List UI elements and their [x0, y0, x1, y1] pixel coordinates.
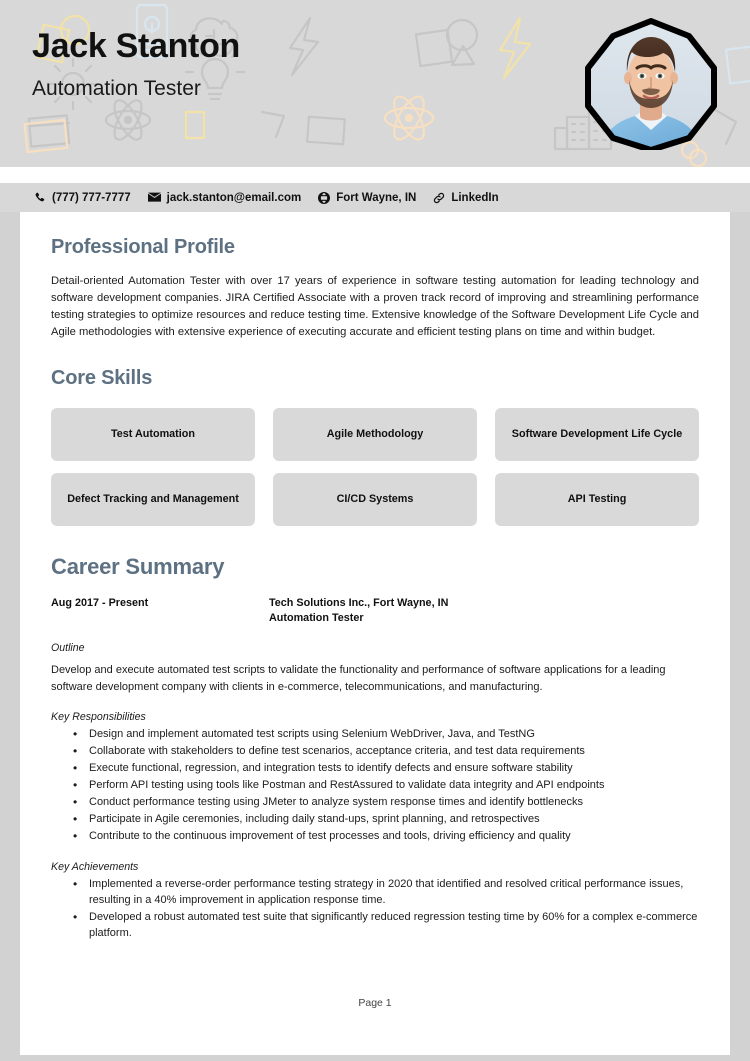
contact-email-label: jack.stanton@email.com — [166, 191, 302, 204]
contact-linkedin-label: LinkedIn — [451, 191, 499, 204]
phone-icon — [34, 192, 46, 204]
core-skills-grid: Test Automation Agile Methodology Softwa… — [51, 408, 699, 527]
skill-chip: Test Automation — [51, 408, 255, 462]
job-header: Aug 2017 - Present Tech Solutions Inc., … — [51, 596, 699, 626]
responsibilities-list: Design and implement automated test scri… — [51, 726, 699, 845]
candidate-name: Jack Stanton — [32, 27, 241, 65]
list-item: Developed a robust automated test suite … — [73, 909, 699, 942]
resume-content-card: Professional Profile Detail-oriented Aut… — [20, 212, 730, 1055]
skill-chip: Defect Tracking and Management — [51, 473, 255, 527]
header-divider — [0, 167, 750, 183]
contact-bar: (777) 777-7777 jack.stanton@email.com Fo… — [0, 183, 750, 212]
list-item: Perform API testing using tools like Pos… — [73, 777, 699, 794]
list-item: Collaborate with stakeholders to define … — [73, 743, 699, 760]
achievements-list: Implemented a reverse-order performance … — [51, 876, 699, 942]
list-item: Implemented a reverse-order performance … — [73, 876, 699, 909]
section-title-professional-profile: Professional Profile — [51, 236, 235, 258]
candidate-role: Automation Tester — [32, 77, 201, 101]
contact-location[interactable]: Fort Wayne, IN — [318, 191, 417, 204]
professional-profile-text: Detail-oriented Automation Tester with o… — [51, 275, 699, 339]
list-item: Conduct performance testing using JMeter… — [73, 794, 699, 811]
outline-label: Outline — [51, 642, 85, 655]
job-dates: Aug 2017 - Present — [51, 597, 149, 610]
page-footer: Page 1 — [358, 997, 392, 1009]
link-icon — [433, 192, 445, 204]
profile-photo — [585, 18, 717, 150]
career-entry: Aug 2017 - Present Tech Solutions Inc., … — [51, 596, 699, 942]
achievements-label: Key Achievements — [51, 860, 139, 873]
globe-icon — [318, 191, 331, 204]
skill-chip: Software Development Life Cycle — [495, 408, 699, 462]
job-role: Automation Tester — [269, 612, 364, 625]
name-block: Jack Stanton Automation Tester — [32, 27, 241, 101]
skill-chip: CI/CD Systems — [273, 473, 477, 527]
contact-phone-label: (777) 777-7777 — [52, 191, 131, 204]
list-item: Participate in Agile ceremonies, includi… — [73, 811, 699, 828]
section-title-core-skills: Core Skills — [51, 367, 153, 390]
outline-text: Develop and execute automated test scrip… — [51, 664, 666, 693]
skill-chip: Agile Methodology — [273, 408, 477, 462]
resume-page: Jack Stanton Automation Tester (777) 777… — [0, 0, 750, 1061]
skill-chip: API Testing — [495, 473, 699, 527]
responsibilities-label: Key Responsibilities — [51, 711, 146, 724]
contact-linkedin[interactable]: LinkedIn — [433, 191, 499, 204]
contact-phone[interactable]: (777) 777-7777 — [34, 192, 131, 204]
job-company: Tech Solutions Inc., Fort Wayne, IN — [269, 597, 449, 610]
list-item: Contribute to the continuous improvement… — [73, 828, 699, 845]
contact-email[interactable]: jack.stanton@email.com — [147, 191, 302, 204]
envelope-icon — [147, 192, 161, 203]
resume-header: Jack Stanton Automation Tester — [0, 0, 750, 167]
job-identity: Tech Solutions Inc., Fort Wayne, IN Auto… — [269, 596, 448, 626]
section-title-career-summary: Career Summary — [51, 554, 225, 580]
contact-location-label: Fort Wayne, IN — [336, 191, 417, 204]
list-item: Design and implement automated test scri… — [73, 726, 699, 743]
list-item: Execute functional, regression, and inte… — [73, 760, 699, 777]
